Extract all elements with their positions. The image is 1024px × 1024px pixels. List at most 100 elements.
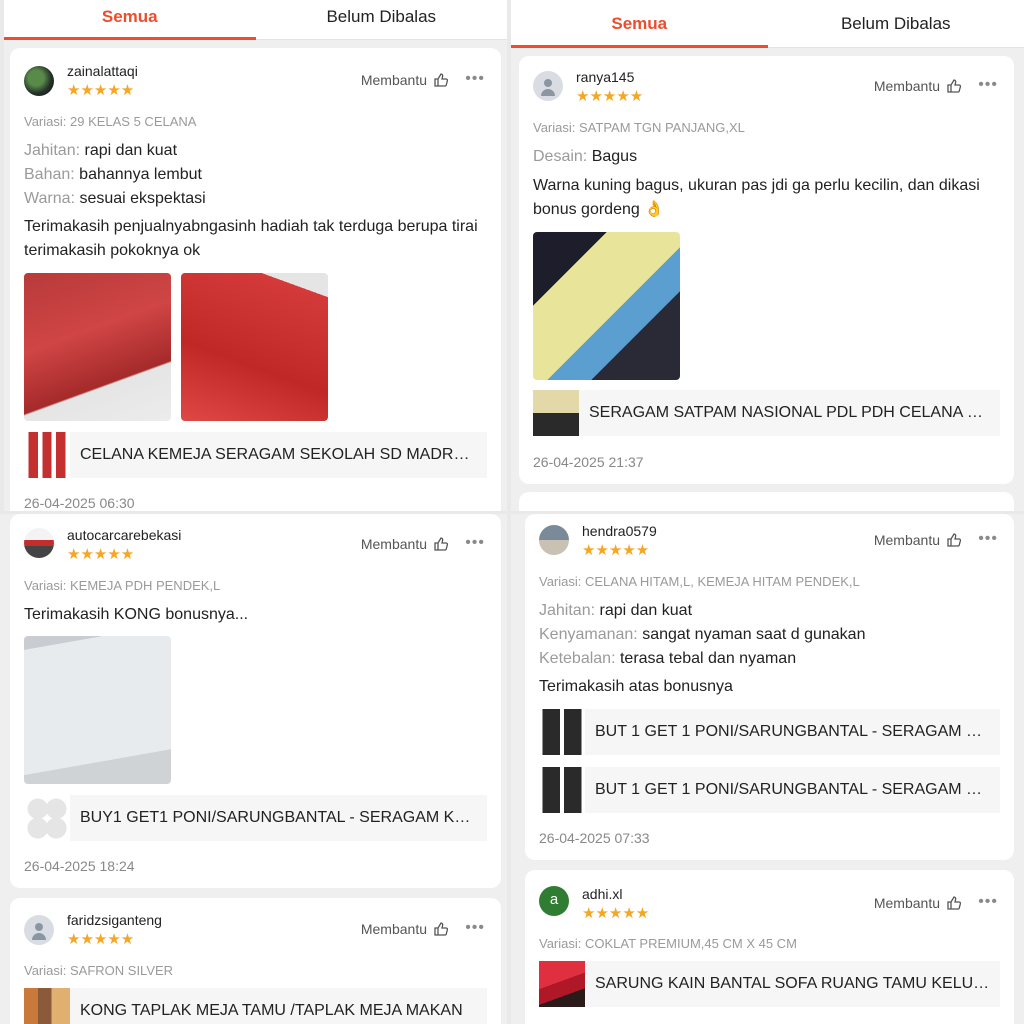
thumbs-up-icon — [434, 537, 449, 551]
product-thumbnail — [539, 767, 585, 813]
product-link[interactable]: BUY1 GET1 PONI/SARUNGBANTAL - SERAGAM KE… — [24, 795, 487, 841]
variant-label: Variasi: SATPAM TGN PANJANG,XL — [533, 120, 745, 135]
username[interactable]: adhi.xl — [582, 886, 622, 902]
attribute-row: Bahan: bahannya lembut — [24, 166, 202, 183]
variant-label: Variasi: COKLAT PREMIUM,45 CM X 45 CM — [539, 936, 797, 951]
rating-stars: ★★★★★ — [67, 546, 135, 563]
panel-left-top: Semua Belum Dibalas zainalattaqi ★★★★★ M… — [4, 0, 507, 511]
thumbs-up-icon — [947, 79, 962, 93]
username[interactable]: zainalattaqi — [67, 63, 138, 79]
review-text: Terimakasih KONG bonusnya... — [24, 606, 249, 623]
panel-right-bottom: hendra0579 ★★★★★ Membantu ••• Variasi: C… — [511, 514, 1024, 1024]
helpful-button[interactable]: Membantu — [361, 72, 449, 88]
review-text: Terimakasih atas bonusnya — [539, 678, 733, 695]
helpful-button[interactable]: Membantu — [361, 921, 449, 937]
product-thumbnail — [24, 432, 70, 478]
review-text: Warna kuning bagus, ukuran pas jdi ga pe… — [533, 177, 980, 218]
helpful-button[interactable]: Membantu — [874, 895, 962, 911]
review-photo[interactable] — [181, 273, 328, 421]
avatar[interactable] — [533, 71, 563, 101]
username[interactable]: hendra0579 — [582, 523, 657, 539]
attribute-row: Desain: Bagus — [533, 148, 638, 165]
tab-unreplied[interactable]: Belum Dibalas — [768, 0, 1024, 47]
review-date: 26-04-2025 18:24 — [24, 858, 135, 874]
attribute-row: Kenyamanan: sangat nyaman saat d gunakan — [539, 626, 866, 643]
product-name: SERAGAM SATPAM NASIONAL PDL PDH CELANA K… — [589, 404, 1000, 421]
product-link[interactable]: SERAGAM SATPAM NASIONAL PDL PDH CELANA K… — [533, 390, 1000, 436]
product-thumbnail — [539, 961, 585, 1007]
helpful-button[interactable]: Membantu — [361, 536, 449, 552]
product-thumbnail — [533, 390, 579, 436]
more-options-icon[interactable]: ••• — [978, 893, 998, 911]
product-name: CELANA KEMEJA SERAGAM SEKOLAH SD MADRASA… — [80, 446, 487, 463]
review-photo[interactable] — [533, 232, 680, 380]
product-link[interactable]: CELANA KEMEJA SERAGAM SEKOLAH SD MADRASA… — [24, 432, 487, 478]
avatar[interactable]: a — [539, 886, 569, 916]
product-name: SARUNG KAIN BANTAL SOFA RUANG TAMU KELUA… — [595, 975, 1000, 992]
variant-label: Variasi: CELANA HITAM,L, KEMEJA HITAM PE… — [539, 574, 860, 589]
review-date: 26-04-2025 07:33 — [539, 830, 650, 846]
more-options-icon[interactable]: ••• — [465, 534, 485, 552]
attribute-row: Warna: sesuai ekspektasi — [24, 190, 206, 207]
avatar[interactable] — [24, 915, 54, 945]
review-card: autocarcarebekasi ★★★★★ Membantu ••• Var… — [10, 514, 501, 888]
review-card — [519, 492, 1014, 511]
review-text: Terimakasih penjualnyabngasinh hadiah ta… — [24, 218, 478, 259]
helpful-button[interactable]: Membantu — [874, 532, 962, 548]
panel-left-bottom: autocarcarebekasi ★★★★★ Membantu ••• Var… — [0, 514, 507, 1024]
rating-stars: ★★★★★ — [576, 88, 644, 105]
product-link[interactable]: SARUNG KAIN BANTAL SOFA RUANG TAMU KELUA… — [539, 961, 1000, 1007]
avatar[interactable] — [24, 528, 54, 558]
product-thumbnail — [24, 795, 70, 841]
variant-label: Variasi: KEMEJA PDH PENDEK,L — [24, 578, 221, 593]
review-card: faridzsiganteng ★★★★★ Membantu ••• Varia… — [10, 898, 501, 1024]
review-date: 26-04-2025 06:30 — [24, 495, 135, 511]
product-link[interactable]: BUT 1 GET 1 PONI/SARUNGBANTAL - SERAGAM … — [539, 709, 1000, 755]
product-name: BUT 1 GET 1 PONI/SARUNGBANTAL - SERAGAM … — [595, 781, 1000, 798]
review-card: a adhi.xl ★★★★★ Membantu ••• Variasi: CO… — [525, 870, 1014, 1024]
helpful-label: Membantu — [873, 532, 940, 548]
rating-stars: ★★★★★ — [582, 905, 650, 922]
product-thumbnail — [24, 988, 70, 1024]
helpful-label: Membantu — [360, 921, 427, 937]
attribute-row: Ketebalan: terasa tebal dan nyaman — [539, 650, 797, 667]
tab-all[interactable]: Semua — [4, 0, 256, 40]
avatar[interactable] — [539, 525, 569, 555]
helpful-button[interactable]: Membantu — [874, 78, 962, 94]
helpful-label: Membantu — [873, 895, 940, 911]
rating-stars: ★★★★★ — [67, 931, 135, 948]
helpful-label: Membantu — [360, 536, 427, 552]
product-link[interactable]: KONG TAPLAK MEJA TAMU /TAPLAK MEJA MAKAN — [24, 988, 487, 1024]
username[interactable]: autocarcarebekasi — [67, 527, 181, 543]
avatar[interactable] — [24, 66, 54, 96]
review-card: zainalattaqi ★★★★★ Membantu ••• Variasi:… — [10, 48, 501, 511]
product-link[interactable]: BUT 1 GET 1 PONI/SARUNGBANTAL - SERAGAM … — [539, 767, 1000, 813]
variant-label: Variasi: 29 KELAS 5 CELANA — [24, 114, 197, 129]
attribute-row: Jahitan: rapi dan kuat — [24, 142, 178, 159]
panel-right-top: Semua Belum Dibalas ranya145 ★★★★★ Memba… — [511, 0, 1024, 511]
tab-unreplied[interactable]: Belum Dibalas — [256, 0, 508, 39]
more-options-icon[interactable]: ••• — [978, 76, 998, 94]
thumbs-up-icon — [434, 922, 449, 936]
tab-all[interactable]: Semua — [511, 0, 768, 48]
more-options-icon[interactable]: ••• — [465, 919, 485, 937]
review-card: ranya145 ★★★★★ Membantu ••• Variasi: SAT… — [519, 56, 1014, 484]
product-name: KONG TAPLAK MEJA TAMU /TAPLAK MEJA MAKAN — [80, 1002, 463, 1019]
product-thumbnail — [539, 709, 585, 755]
variant-label: Variasi: SAFRON SILVER — [24, 963, 174, 978]
review-date: 26-04-2025 21:37 — [533, 454, 644, 470]
review-photo[interactable] — [24, 636, 171, 784]
thumbs-up-icon — [947, 533, 962, 547]
username[interactable]: ranya145 — [576, 69, 634, 85]
review-card: hendra0579 ★★★★★ Membantu ••• Variasi: C… — [525, 514, 1014, 860]
tab-bar: Semua Belum Dibalas — [4, 0, 507, 40]
tab-bar: Semua Belum Dibalas — [511, 0, 1024, 48]
more-options-icon[interactable]: ••• — [978, 530, 998, 548]
username[interactable]: faridzsiganteng — [67, 912, 162, 928]
thumbs-up-icon — [947, 896, 962, 910]
helpful-label: Membantu — [360, 72, 427, 88]
review-photo[interactable] — [24, 273, 171, 421]
more-options-icon[interactable]: ••• — [465, 70, 485, 88]
rating-stars: ★★★★★ — [67, 82, 135, 99]
product-name: BUY1 GET1 PONI/SARUNGBANTAL - SERAGAM KE… — [80, 809, 487, 826]
